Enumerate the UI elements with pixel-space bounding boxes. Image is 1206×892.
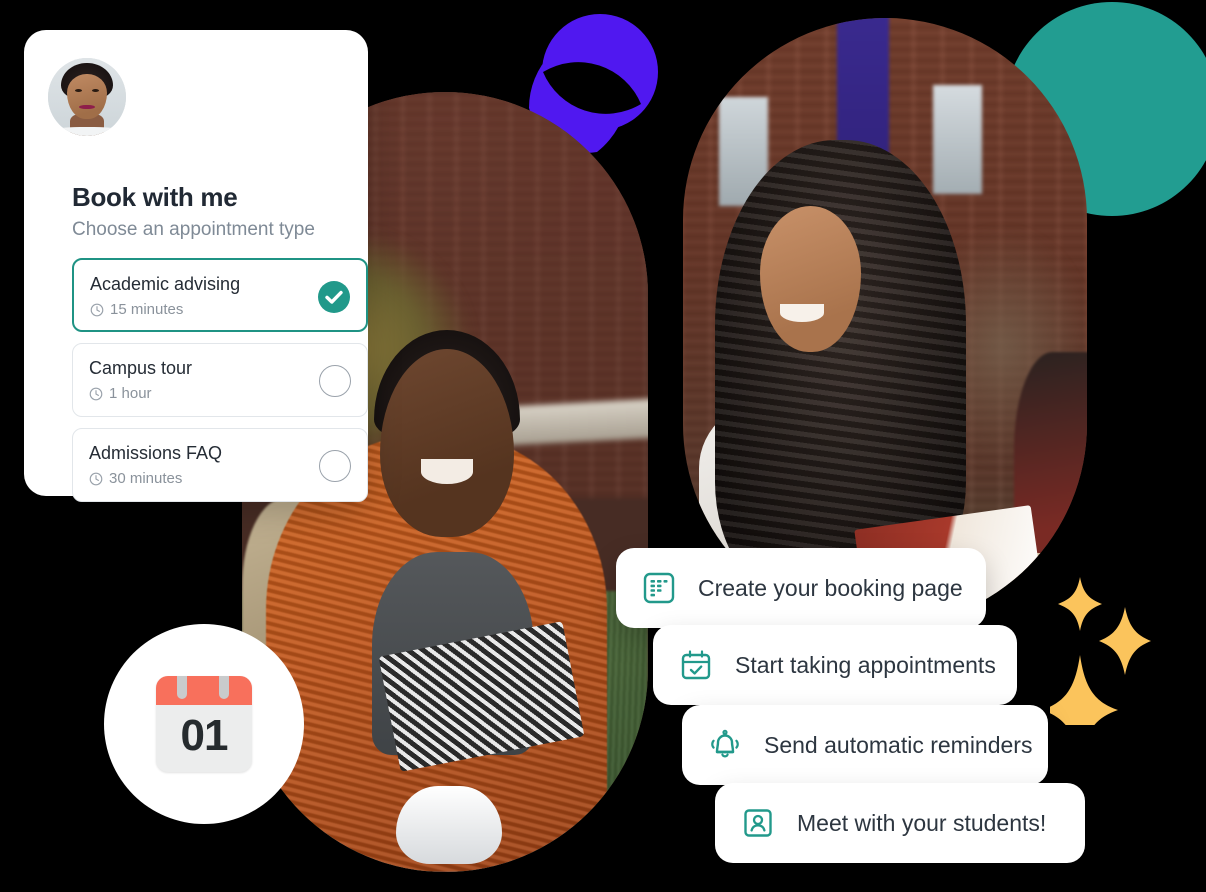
page-title: Book with me xyxy=(72,182,238,212)
avatar xyxy=(48,58,126,136)
feature-pill-start-taking-appointments[interactable]: Start taking appointments xyxy=(653,625,1017,705)
appointment-option-radio[interactable] xyxy=(319,365,351,397)
calendar-badge: 01 xyxy=(104,624,304,824)
appointment-option-radio-checked[interactable] xyxy=(318,281,350,313)
clock-icon xyxy=(89,472,103,486)
feature-pill-label: Create your booking page xyxy=(698,574,963,601)
calendar-check-icon xyxy=(679,648,713,682)
feature-pill-label: Send automatic reminders xyxy=(764,731,1033,758)
appointment-option-campus-tour[interactable]: Campus tour 1 hour xyxy=(72,343,368,417)
student-reading-photo xyxy=(683,18,1087,626)
appointment-option-label: Campus tour xyxy=(89,358,193,378)
bell-ringing-icon xyxy=(708,728,742,762)
page-subtitle: Choose an appointment type xyxy=(72,219,315,240)
booking-form-icon xyxy=(642,571,676,605)
appointment-type-list: Academic advising 15 minutes Campus tour… xyxy=(72,258,368,513)
appointment-option-label: Academic advising xyxy=(90,274,241,294)
calendar-day-number: 01 xyxy=(180,711,229,761)
appointment-option-duration: 30 minutes xyxy=(109,470,183,487)
appointment-option-duration-row: 1 hour xyxy=(89,385,351,402)
person-card-icon xyxy=(741,806,775,840)
booking-card: Book with me Choose an appointment type … xyxy=(24,30,368,502)
appointment-option-academic-advising[interactable]: Academic advising 15 minutes xyxy=(72,258,368,332)
feature-pill-send-automatic-reminders[interactable]: Send automatic reminders xyxy=(682,705,1048,785)
appointment-option-duration-row: 15 minutes xyxy=(90,301,350,318)
appointment-option-radio[interactable] xyxy=(319,450,351,482)
clock-icon xyxy=(89,387,103,401)
appointment-option-label: Admissions FAQ xyxy=(89,443,223,463)
calendar-emoji-icon: 01 xyxy=(156,676,252,772)
feature-pill-create-booking-page[interactable]: Create your booking page xyxy=(616,548,986,628)
clock-icon xyxy=(90,303,104,317)
feature-pill-meet-with-your-students[interactable]: Meet with your students! xyxy=(715,783,1085,863)
appointment-option-duration: 1 hour xyxy=(109,385,152,402)
sparkle-stars xyxy=(1042,565,1200,765)
appointment-option-duration: 15 minutes xyxy=(110,301,184,318)
feature-pill-label: Start taking appointments xyxy=(735,651,996,678)
hero-illustration: Book with me Choose an appointment type … xyxy=(0,0,1206,892)
appointment-option-admissions-faq[interactable]: Admissions FAQ 30 minutes xyxy=(72,428,368,502)
feature-pill-label: Meet with your students! xyxy=(797,809,1047,836)
appointment-option-duration-row: 30 minutes xyxy=(89,470,351,487)
